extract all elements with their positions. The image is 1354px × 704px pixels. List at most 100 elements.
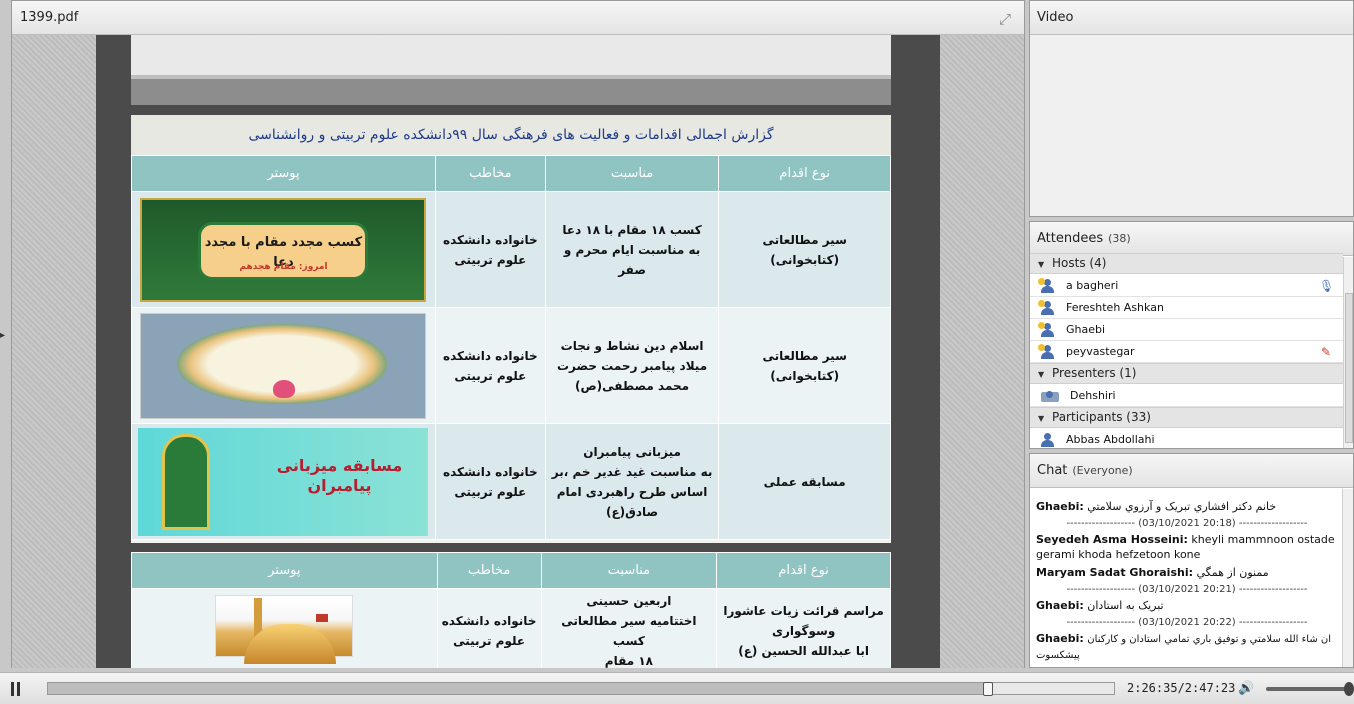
attendee-name: Dehshiri (1070, 389, 1116, 402)
attendee-presenter[interactable]: Dehshiri (1030, 385, 1343, 407)
cell-action-type: سیر مطالعاتی (کتابخوانی) (718, 307, 891, 424)
chat-sender: Ghaebi: (1036, 599, 1084, 612)
cell-occasion: کسب ۱۸ مقام با ۱۸ دعا به مناسبت ایام محر… (544, 191, 720, 308)
collapse-triangle-icon: ▼ (1038, 260, 1045, 269)
attendee-name: Ghaebi (1066, 323, 1106, 336)
group-presenters[interactable]: ▼ Presenters (1) (1030, 363, 1343, 384)
cell-action-type: مسابقه عملی (718, 423, 891, 540)
chat-text: خانم دکتر افشاري تبريک و آرزوي سلامتي (1087, 500, 1277, 513)
attendees-pod: Attendees (38) ▼ Hosts (4) a bagheri 🎙 Fere… (1029, 221, 1354, 449)
attendee-host[interactable]: a bagheri 🎙 (1030, 275, 1343, 297)
chat-sender: Maryam Sadat Ghoraishi: (1036, 566, 1193, 579)
attendee-name: Abbas Abdollahi (1066, 433, 1155, 446)
scrollbar-thumb[interactable] (1345, 293, 1353, 443)
poster-image-mawlid (140, 312, 427, 419)
group-participants[interactable]: ▼ Participants (33) (1030, 407, 1343, 428)
chat-message: Maryam Sadat Ghoraishi: ممنون از همگي (1036, 565, 1338, 580)
viewer-margin-right (940, 35, 1024, 668)
chat-messages: Ghaebi: خانم دکتر افشاري تبريک و آرزوي س… (1036, 499, 1338, 666)
attendee-name: Fereshteh Ashkan (1066, 301, 1164, 314)
cell-occasion: اسلام دین نشاط و نجات میلاد پیامبر رحمت … (544, 307, 720, 424)
cell-poster: کسب مجدد مقام با مجدد دعا امروز: مقام هج… (131, 191, 436, 308)
seek-progress (48, 683, 989, 694)
microphone-muted-icon: ✎ (1320, 345, 1332, 359)
header-poster: پوستر (131, 155, 436, 192)
attendees-scrollbar[interactable] (1343, 257, 1353, 448)
seek-handle[interactable] (983, 682, 994, 696)
cell-action-type: مراسم قرائت زیات عاشورا وسوگواری ابا عبد… (716, 588, 891, 668)
document-pod-header: 1399.pdf ⤢ (12, 1, 1024, 35)
previous-slide-bottom (131, 35, 891, 105)
viewer-margin-left (12, 35, 96, 668)
attendee-host[interactable]: Ghaebi (1030, 319, 1343, 341)
attendees-pod-header: Attendees (38) (1030, 222, 1353, 256)
cell-audience: خانواده دانشکده علوم تربیتی (434, 191, 546, 308)
chat-scrollbar[interactable] (1342, 489, 1353, 667)
group-label: Presenters (1) (1052, 366, 1137, 380)
chat-sender: Ghaebi: (1036, 632, 1084, 645)
document-pod: 1399.pdf ⤢ گزارش اجمالی اقدامات و فعالیت… (11, 0, 1025, 668)
chat-pod-header: Chat (Everyone) (1030, 454, 1353, 488)
chat-sender: Seyedeh Asma Hosseini: (1036, 533, 1188, 546)
header-action-type: نوع اقدام (716, 552, 891, 589)
chat-pod: Chat (Everyone) Ghaebi: خانم دکتر افشاري … (1029, 453, 1354, 668)
volume-handle[interactable] (1344, 682, 1354, 696)
cell-occasion: اربعین حسینی اختتامیه سیر مطالعاتی کسب ۱… (540, 588, 718, 668)
chat-message: Ghaebi: خانم دکتر افشاري تبريک و آرزوي س… (1036, 499, 1338, 514)
seek-bar[interactable] (47, 682, 1115, 696)
microphone-icon: 🎙 (1319, 279, 1335, 293)
cell-action-type: سیر مطالعاتی (کتابخوانی) (718, 191, 891, 308)
poster-subtext: امروز: مقام هجدهم (239, 261, 328, 272)
pause-icon[interactable] (9, 682, 23, 696)
collapse-arrow-icon[interactable]: ▸ (0, 330, 6, 341)
presenter-icon (1040, 389, 1060, 403)
expand-icon[interactable]: ⤢ (997, 11, 1013, 27)
table-row: سیر مطالعاتی (کتابخوانی) کسب ۱۸ مقام با … (131, 191, 891, 308)
header-audience: مخاطب (434, 155, 546, 192)
document-title: 1399.pdf (20, 10, 79, 25)
cell-audience: خانواده دانشکده علوم تربیتی (436, 588, 542, 668)
attendee-host[interactable]: peyvastegar ✎ (1030, 341, 1343, 363)
host-user-icon (1038, 344, 1054, 359)
table-row: مسابقه عملی میزبانی پیامبران به مناسبت غ… (131, 423, 891, 540)
speaker-icon[interactable]: 🔊 (1238, 681, 1256, 697)
attendees-count: (38) (1108, 232, 1131, 245)
group-label: Hosts (4) (1052, 256, 1107, 270)
chat-text: ممنون از همگي (1196, 566, 1269, 579)
table-row: سیر مطالعاتی (کتابخوانی) اسلام دین نشاط … (131, 307, 891, 424)
attendee-name: a bagheri (1066, 279, 1119, 292)
chat-message: Ghaebi: تبريک به استادان (1036, 598, 1338, 613)
host-user-icon (1038, 278, 1054, 293)
participant-user-icon (1040, 433, 1054, 447)
chat-title: Chat (1037, 463, 1068, 478)
collapse-triangle-icon: ▼ (1038, 370, 1045, 379)
chat-scope: (Everyone) (1072, 464, 1133, 477)
header-occasion: مناسبت (544, 155, 720, 192)
cell-audience: خانواده دانشکده علوم تربیتی (434, 423, 546, 540)
chat-message: Ghaebi: ان شاء الله سلامتي و توفيق باري … (1036, 631, 1338, 663)
header-poster: پوستر (131, 552, 438, 589)
slide-report-table: گزارش اجمالی اقدامات و فعالیت های فرهنگی… (131, 115, 891, 543)
group-hosts[interactable]: ▼ Hosts (4) (1030, 253, 1343, 274)
attendee-participant[interactable]: Abbas Abdollahi (1030, 429, 1343, 448)
poster-text: مسابقه میزبانی پیامبران (276, 455, 403, 495)
slide-title: گزارش اجمالی اقدامات و فعالیت های فرهنگی… (131, 115, 891, 155)
chat-message: Seyedeh Asma Hosseini: kheyli mammnoon o… (1036, 532, 1338, 562)
chat-text: تبريک به استادان (1087, 599, 1164, 612)
cell-poster: مسابقه میزبانی پیامبران (131, 423, 436, 540)
poster-image-ghadir: مسابقه میزبانی پیامبران (138, 427, 429, 536)
table-row: مراسم قرائت زیات عاشورا وسوگواری ابا عبد… (131, 588, 891, 668)
attendee-host[interactable]: Fereshteh Ashkan (1030, 297, 1343, 319)
attendees-title: Attendees (1037, 231, 1104, 246)
slide-report-table-2: نوع اقدام مناسبت مخاطب پوستر مراسم قرائت… (131, 552, 891, 668)
document-viewer[interactable]: گزارش اجمالی اقدامات و فعالیت های فرهنگی… (12, 35, 1024, 668)
video-pod-title: Video (1030, 1, 1353, 35)
cell-occasion: میزبانی پیامبران به مناسبت غید غدیر خم ،… (544, 423, 720, 540)
group-label: Participants (33) (1052, 410, 1151, 424)
cell-poster (131, 588, 438, 668)
header-action-type: نوع اقدام (718, 155, 891, 192)
collapse-triangle-icon: ▼ (1038, 414, 1045, 423)
playback-time: 2:26:35/2:47:23 (1127, 681, 1236, 695)
volume-slider[interactable] (1266, 687, 1352, 691)
poster-image-arbaeen (215, 595, 354, 664)
